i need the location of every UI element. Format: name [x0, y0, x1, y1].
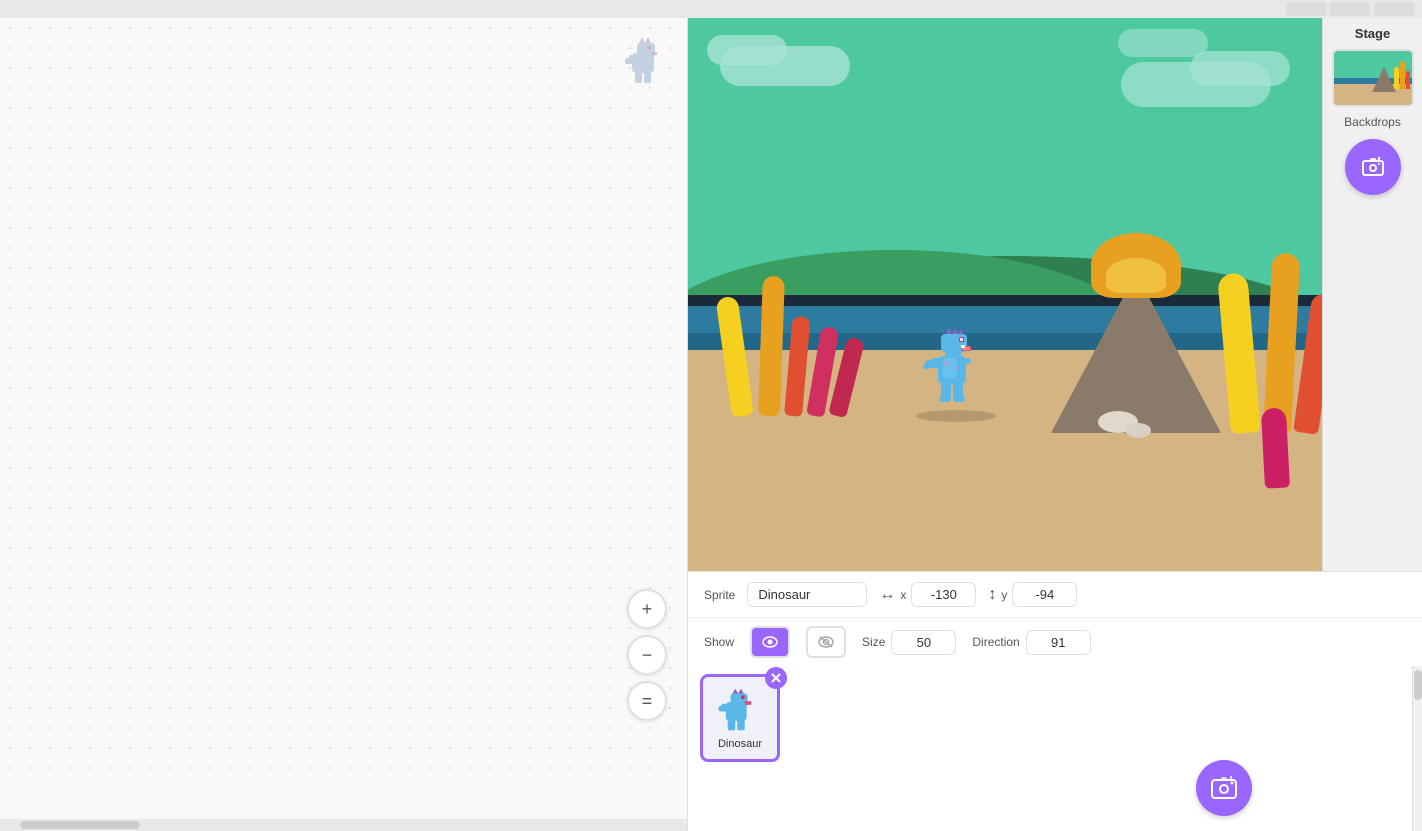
volcano-lava-inner	[1106, 258, 1166, 293]
show-visible-button[interactable]	[750, 626, 790, 658]
zoom-controls: + − =	[627, 589, 667, 721]
show-label: Show	[704, 635, 734, 649]
tp3	[1406, 71, 1410, 89]
stage-side-panel: Stage Backdrops	[1322, 18, 1422, 571]
camera-add-icon	[1361, 155, 1385, 179]
sprite-list-area: Dinosaur	[688, 666, 1422, 831]
stage-canvas-wrapper	[688, 18, 1322, 571]
y-input[interactable]	[1012, 582, 1077, 607]
code-dino-svg	[617, 33, 672, 98]
sprite-card-label: Dinosaur	[718, 738, 762, 750]
sprite-label: Sprite	[704, 588, 735, 602]
eye-slash-icon	[818, 635, 834, 649]
code-area: + − =	[0, 18, 687, 781]
direction-group: Direction	[972, 630, 1090, 655]
stage-thumbnail[interactable]	[1332, 49, 1414, 107]
plant-red-r	[1293, 292, 1322, 434]
thumb-volcano	[1372, 67, 1396, 92]
x-arrows-icon: ↔	[879, 586, 895, 604]
size-input[interactable]	[891, 630, 956, 655]
direction-label: Direction	[972, 635, 1019, 649]
direction-input[interactable]	[1026, 630, 1091, 655]
sprite-name-input[interactable]	[747, 582, 867, 607]
right-panel: Stage Backdrops	[688, 18, 1422, 831]
top-btn-1[interactable]	[1286, 2, 1326, 16]
sprite-panel: Sprite ↔ x ↕ y Show	[688, 571, 1422, 831]
main-layout: + − =	[0, 18, 1422, 831]
x-label: x	[900, 588, 906, 602]
horizontal-scrollbar[interactable]	[0, 819, 687, 831]
sprite-card-image	[715, 686, 765, 736]
volcano	[1051, 273, 1221, 433]
right-plants	[1231, 253, 1322, 433]
sprite-panel-scroll-thumb	[1414, 670, 1422, 700]
sprite-props-row1: Sprite ↔ x ↕ y	[688, 572, 1422, 618]
stage-canvas	[688, 18, 1322, 571]
sprite-card-dinosaur[interactable]: Dinosaur	[700, 674, 780, 762]
top-bar	[0, 0, 1422, 18]
scene-background	[688, 18, 1322, 571]
y-label: y	[1001, 588, 1007, 602]
left-panel: + − =	[0, 18, 688, 831]
cloud-4	[1190, 51, 1290, 86]
zoom-out-button[interactable]: −	[627, 635, 667, 675]
sprite-panel-scrollbar[interactable]	[1412, 666, 1422, 831]
sprite-props-row2: Show Size	[688, 618, 1422, 666]
x-coord-group: ↔ x	[879, 582, 976, 607]
surfboard-orange2	[784, 316, 811, 417]
size-label: Size	[862, 635, 885, 649]
volcano-body	[1051, 273, 1221, 433]
zoom-fit-button[interactable]: =	[627, 681, 667, 721]
sprite-delete-button[interactable]	[765, 667, 787, 689]
magenta-plant	[1261, 408, 1290, 489]
surfboard-orange	[758, 276, 785, 417]
horizontal-scroll-thumb	[20, 821, 140, 829]
dino-stage-sprite	[923, 326, 993, 416]
add-sprite-button[interactable]	[1196, 760, 1252, 816]
backdrop-label: Backdrops	[1344, 115, 1401, 129]
sprite-card-dino-svg	[716, 685, 764, 737]
add-backdrop-button[interactable]	[1345, 139, 1401, 195]
show-hidden-button[interactable]	[806, 626, 846, 658]
cloud-2	[707, 35, 787, 65]
stage-label: Stage	[1355, 26, 1390, 41]
plant-orange-r	[1263, 252, 1300, 433]
cloud-5	[1118, 29, 1208, 57]
code-sprite-thumbnail	[617, 33, 672, 98]
surfboards-group	[732, 276, 846, 416]
add-sprite-icon	[1210, 774, 1238, 802]
y-coord-group: ↕ y	[988, 582, 1077, 607]
eye-icon	[762, 636, 778, 648]
dino-stage-svg	[923, 326, 993, 416]
y-arrows-icon: ↕	[988, 586, 996, 604]
size-group: Size	[862, 630, 956, 655]
stage-area: Stage Backdrops	[688, 18, 1422, 571]
x-icon	[771, 673, 781, 683]
zoom-in-button[interactable]: +	[627, 589, 667, 629]
tp2	[1400, 61, 1405, 89]
top-btn-2[interactable]	[1330, 2, 1370, 16]
top-btn-3[interactable]	[1374, 2, 1414, 16]
x-input[interactable]	[911, 582, 976, 607]
